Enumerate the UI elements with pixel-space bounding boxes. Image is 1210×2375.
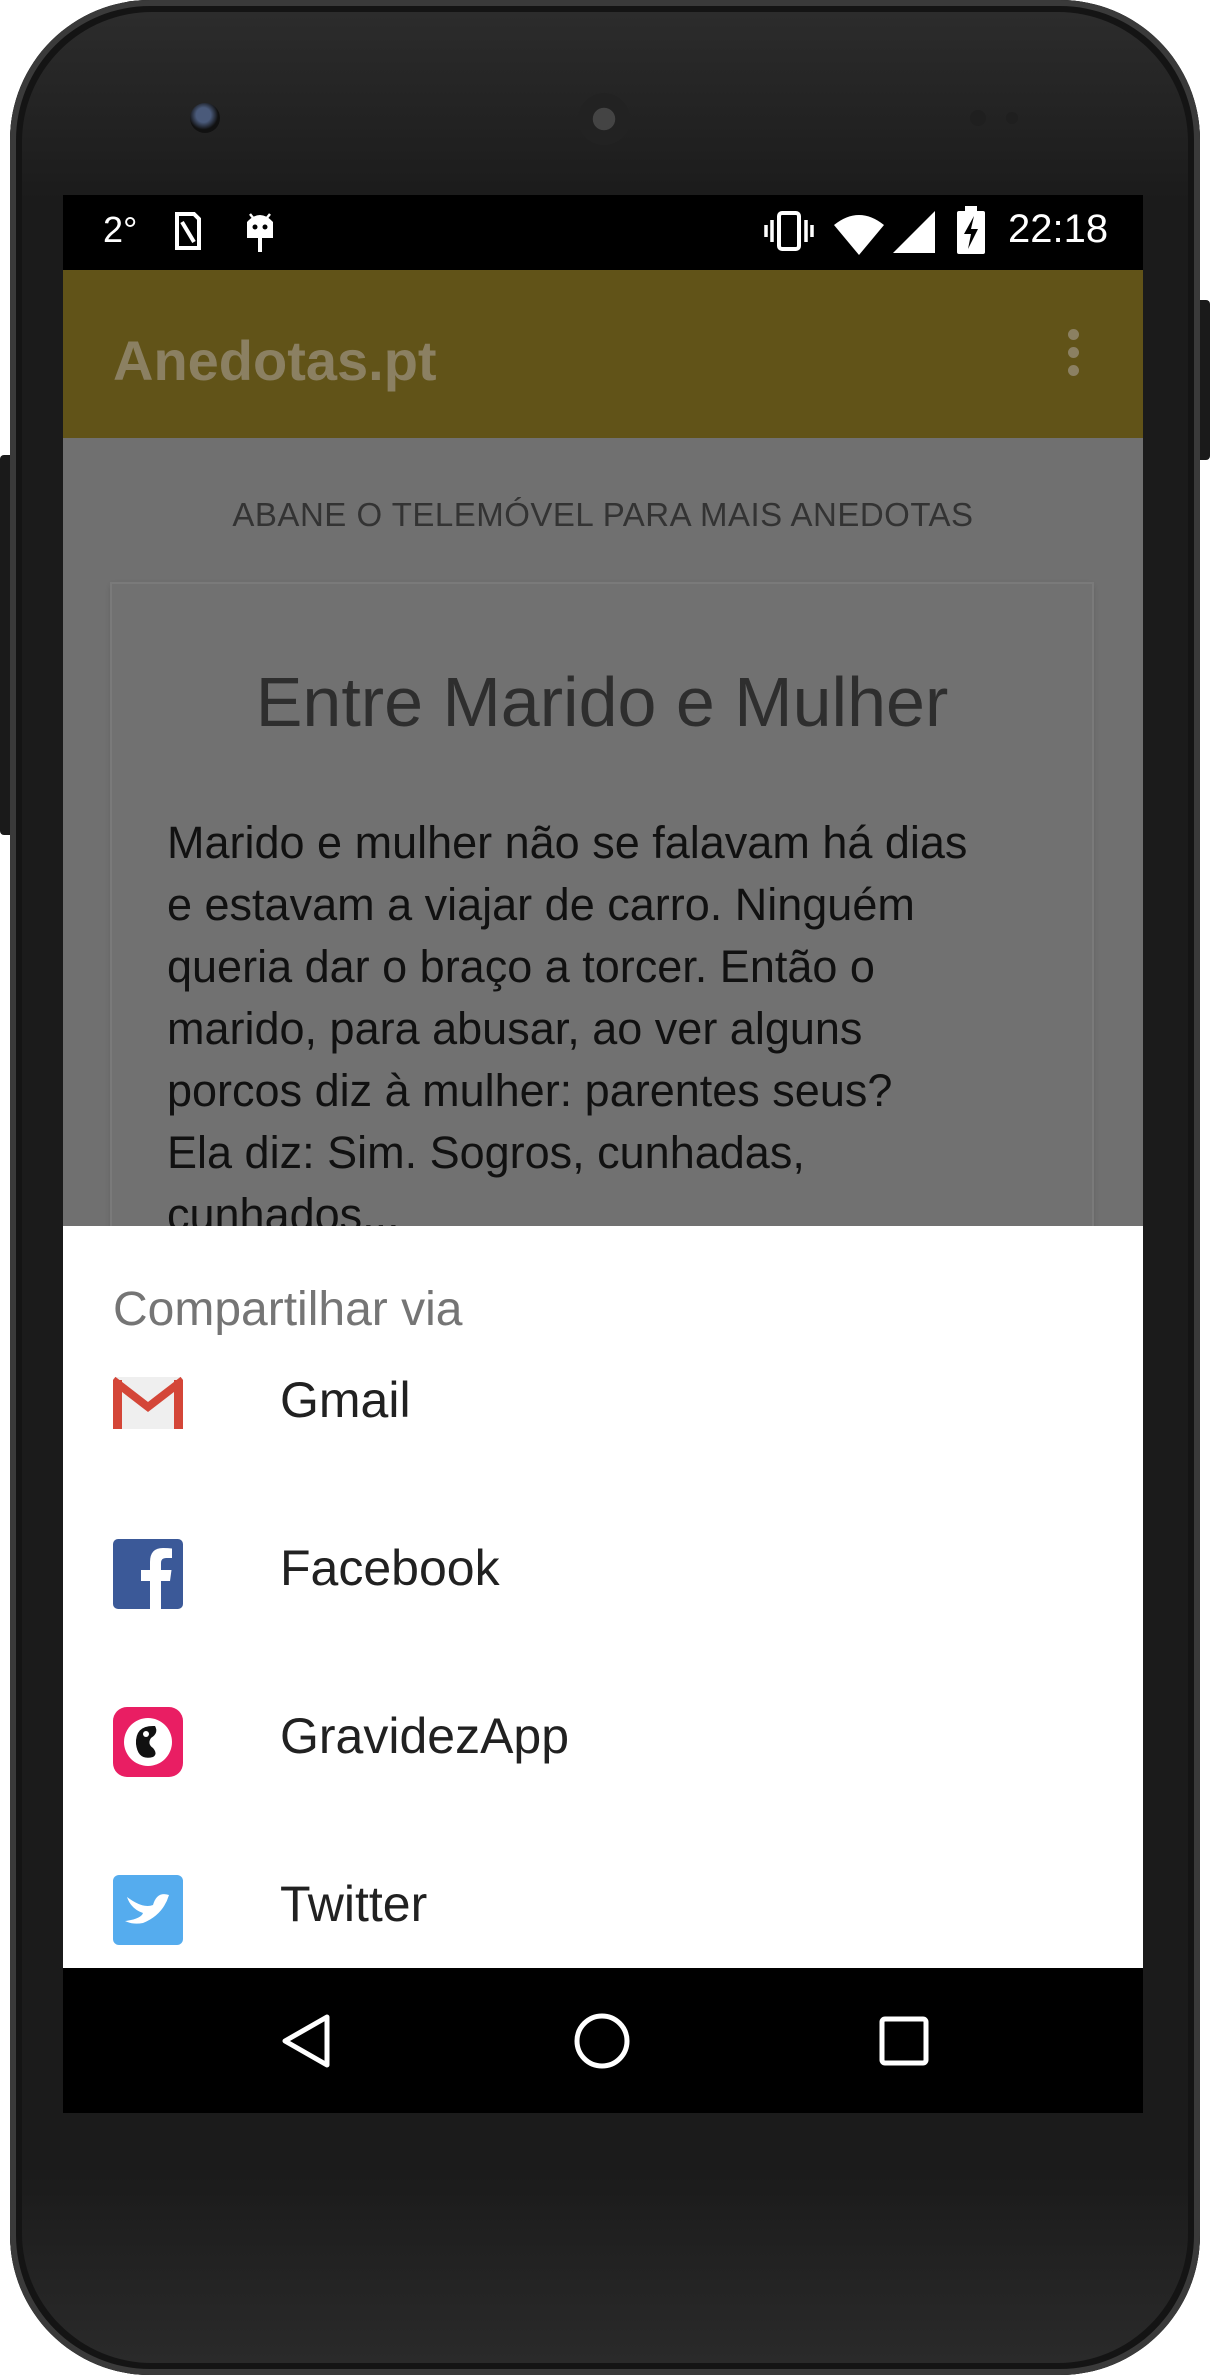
status-bar: 2° 22:18	[63, 195, 1143, 270]
sim-icon	[174, 211, 202, 251]
share-item-label: Facebook	[280, 1540, 500, 1596]
share-item-facebook[interactable]: Facebook	[63, 1478, 1143, 1646]
light-sensor	[1006, 112, 1018, 124]
clock: 22:18	[1008, 207, 1109, 251]
gravidezapp-icon	[113, 1707, 183, 1777]
twitter-icon	[113, 1875, 183, 1945]
share-item-label: Twitter	[280, 1876, 428, 1932]
joke-title: Entre Marido e Mulher	[255, 663, 949, 741]
battery-charging-icon	[956, 205, 986, 255]
share-item-twitter[interactable]: Twitter	[63, 1814, 1143, 1968]
joke-body: Marido e mulher não se falavam há dias e…	[167, 817, 968, 1240]
joke-card: Entre Marido e Mulher Marido e mulher nã…	[112, 584, 1092, 1284]
shake-hint: ABANE O TELEMÓVEL PARA MAIS ANEDOTAS	[232, 496, 974, 533]
home-icon[interactable]	[573, 2012, 631, 2070]
android-icon	[243, 210, 277, 254]
app-bar: Anedotas.pt	[63, 270, 1143, 438]
share-item-label: Gmail	[280, 1372, 411, 1428]
app-title: Anedotas.pt	[113, 329, 437, 392]
back-icon[interactable]	[278, 2013, 334, 2069]
gmail-icon	[110, 1375, 186, 1445]
overflow-menu-icon[interactable]	[1058, 323, 1088, 383]
front-camera-icon	[190, 103, 220, 133]
vibrate-icon	[763, 210, 815, 252]
device-screen: 2° 22:18 Anedotas.pt ABANE O TELEMÓVEL P…	[63, 195, 1143, 2113]
wifi-icon	[833, 213, 885, 255]
share-item-label: GravidezApp	[280, 1708, 570, 1764]
recents-icon[interactable]	[878, 2015, 930, 2067]
earpiece-speaker	[578, 93, 630, 145]
share-sheet: Compartilhar via Gmail Facebook Gravidez…	[63, 1226, 1143, 1968]
navigation-bar	[63, 1968, 1143, 2113]
share-item-gmail[interactable]: Gmail	[63, 1310, 1143, 1478]
proximity-sensor	[970, 110, 986, 126]
signal-icon	[893, 211, 935, 253]
temperature-indicator: 2°	[103, 209, 138, 250]
facebook-icon	[113, 1539, 183, 1609]
share-item-gravidezapp[interactable]: GravidezApp	[63, 1646, 1143, 1814]
